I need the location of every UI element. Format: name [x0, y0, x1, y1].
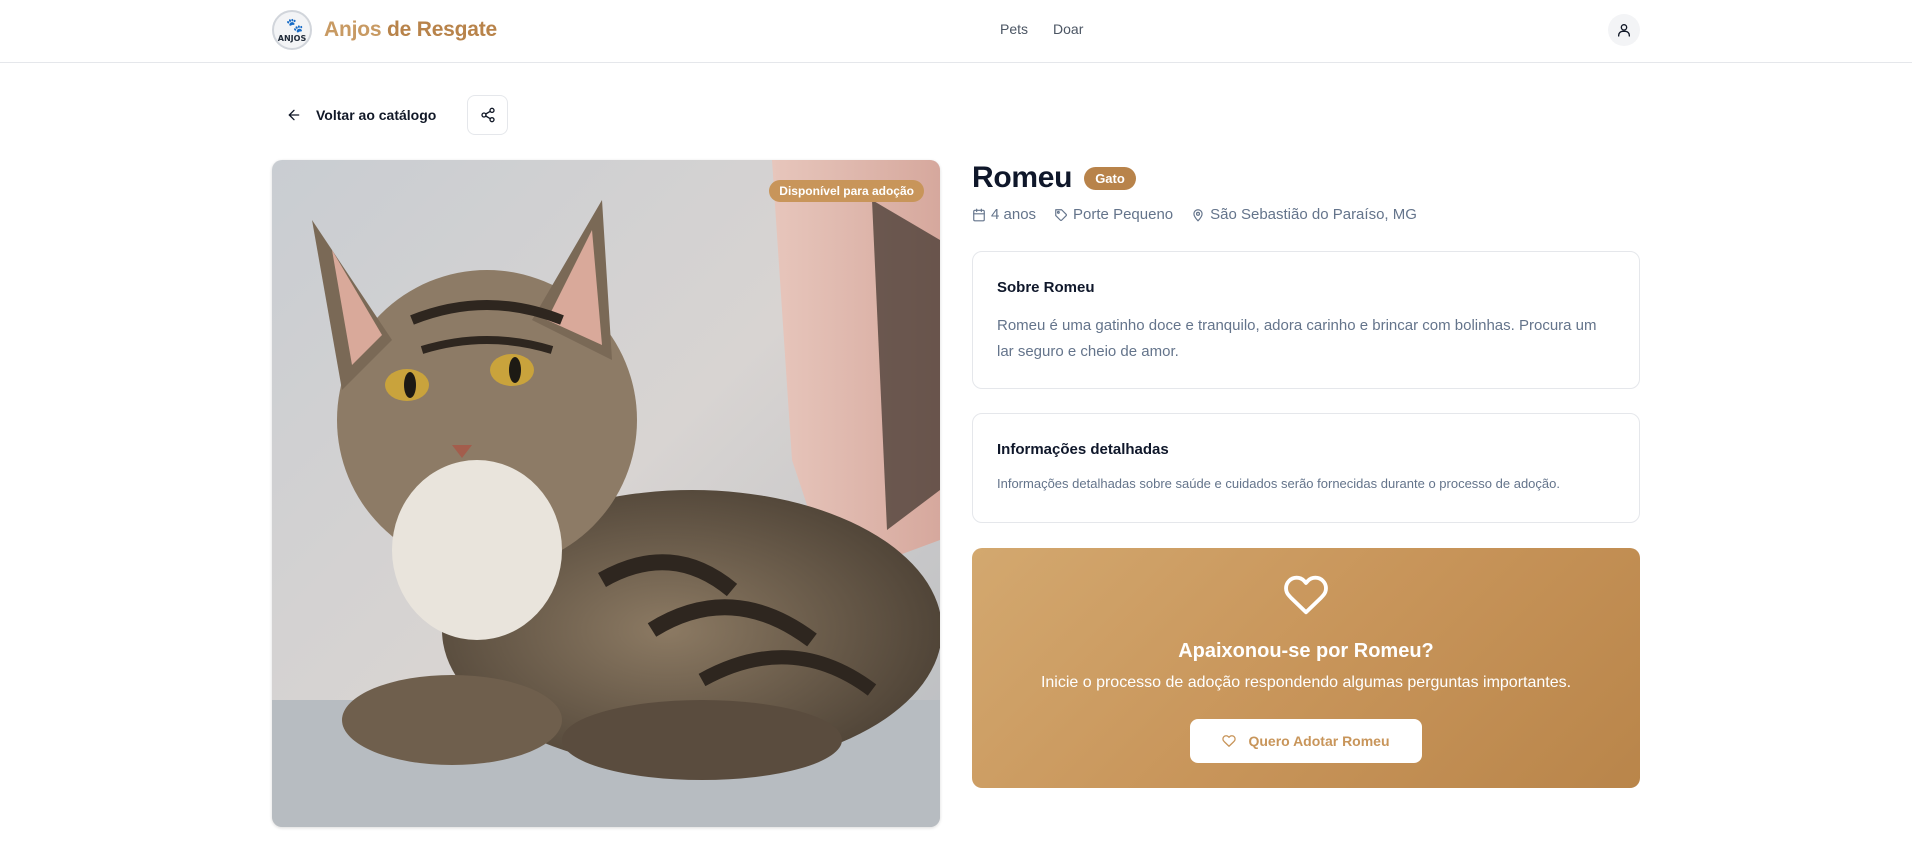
- age-meta: 4 anos: [972, 206, 1036, 223]
- pet-meta: 4 anos Porte Pequeno São Sebastião do Pa…: [972, 206, 1640, 223]
- user-menu-button[interactable]: [1608, 14, 1640, 46]
- brand-name: Anjos de Resgate: [324, 18, 497, 42]
- info-text: Informações detalhadas sobre saúde e cui…: [997, 476, 1560, 491]
- brand-home-link[interactable]: 🐾 ANJOS Anjos de Resgate: [272, 10, 497, 50]
- adopt-button-label: Quero Adotar Romeu: [1248, 733, 1390, 749]
- main-nav: Pets Doar: [1000, 21, 1083, 37]
- pet-photo: Disponível para adoção: [272, 160, 940, 827]
- pet-size: Porte Pequeno: [1073, 206, 1174, 223]
- user-icon: [1618, 24, 1630, 37]
- availability-badge: Disponível para adoção: [769, 180, 924, 202]
- back-to-catalog-button[interactable]: Voltar ao catálogo: [272, 96, 450, 134]
- title-row: Romeu Gato: [972, 160, 1640, 196]
- brand-name-part1: Anjos: [324, 18, 382, 41]
- location-meta: São Sebastião do Paraíso, MG: [1191, 206, 1417, 223]
- site-header: 🐾 ANJOS Anjos de Resgate Pets Doar: [0, 0, 1912, 63]
- heart-icon: [1284, 575, 1328, 615]
- pet-location: São Sebastião do Paraíso, MG: [1210, 206, 1417, 223]
- pet-type-badge: Gato: [1084, 166, 1136, 190]
- nav-pets[interactable]: Pets: [1000, 21, 1028, 37]
- size-meta: Porte Pequeno: [1054, 206, 1173, 223]
- share-button[interactable]: [467, 95, 508, 135]
- brand-logo: 🐾 ANJOS: [272, 10, 312, 50]
- info-title: Informações detalhadas: [997, 441, 1169, 458]
- back-label: Voltar ao catálogo: [316, 107, 437, 123]
- adopt-button[interactable]: Quero Adotar Romeu: [1190, 719, 1422, 763]
- brand-name-part2: de Resgate: [386, 18, 498, 41]
- about-text: Romeu é uma gatinho doce e tranquilo, ad…: [997, 317, 1597, 360]
- calendar-icon: [973, 208, 985, 221]
- cta-subtitle: Inicie o processo de adoção respondendo …: [1040, 674, 1572, 691]
- arrow-left-icon: [288, 109, 300, 121]
- adoption-cta: Apaixonou-se por Romeu? Inicie o process…: [972, 548, 1640, 788]
- cat-photo-image: [272, 160, 940, 827]
- logo-text: ANJOS: [277, 34, 307, 43]
- about-title: Sobre Romeu: [997, 279, 1095, 296]
- paw-icon: 🐾: [286, 17, 304, 33]
- nav-doar[interactable]: Doar: [1053, 21, 1083, 37]
- pet-name: Romeu: [972, 161, 1073, 194]
- about-card: Sobre Romeu Romeu é uma gatinho doce e t…: [972, 251, 1640, 389]
- info-card: Informações detalhadas Informações detal…: [972, 413, 1640, 523]
- map-pin-icon: [1193, 208, 1203, 221]
- pet-details: Romeu Gato 4 anos Porte Pequeno São Seba…: [972, 160, 1640, 788]
- tag-icon: [1055, 208, 1067, 221]
- pet-age: 4 anos: [991, 206, 1037, 223]
- heart-icon: [1222, 735, 1237, 747]
- share-icon: [480, 107, 495, 123]
- cta-title: Apaixonou-se por Romeu?: [1178, 640, 1434, 662]
